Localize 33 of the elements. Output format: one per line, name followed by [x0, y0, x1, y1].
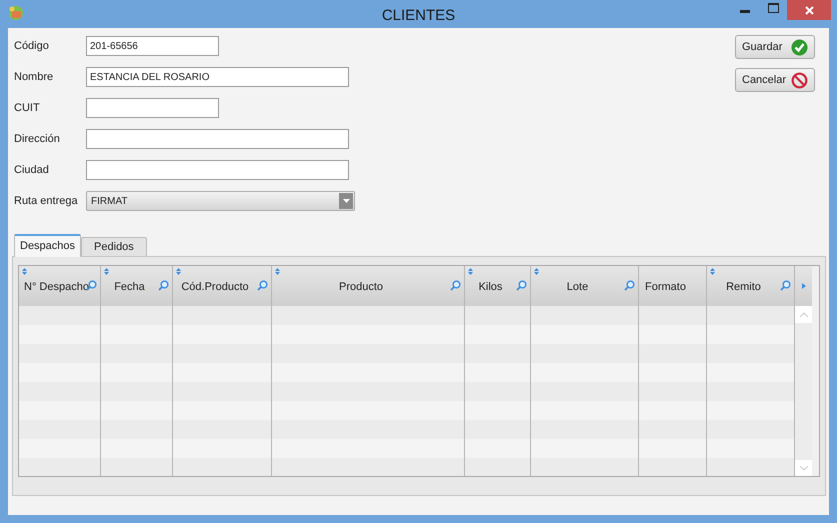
save-button[interactable]: Guardar [735, 35, 815, 59]
window-title: CLIENTES [382, 6, 456, 26]
sort-icon[interactable] [176, 268, 181, 275]
maximize-icon[interactable] [768, 3, 779, 13]
scroll-down-icon[interactable] [800, 466, 808, 471]
field-label: Nombre [14, 70, 54, 85]
field-label: Código [14, 38, 50, 54]
sort-icon[interactable] [710, 268, 715, 275]
scroll-right-icon[interactable] [802, 283, 806, 289]
sort-icon[interactable] [22, 268, 27, 275]
app-icon [8, 5, 24, 21]
prohibited-icon [791, 72, 808, 88]
input-field[interactable] [86, 129, 349, 149]
sort-icon[interactable] [534, 268, 539, 275]
cancel-button[interactable]: Cancelar [735, 68, 815, 92]
field-label: Dirección [14, 132, 61, 147]
input-field[interactable] [86, 98, 219, 118]
field-label: CUIT [14, 100, 41, 116]
field-label: Ciudad [14, 162, 50, 178]
close-button[interactable] [787, 0, 831, 20]
route-dropdown[interactable]: FIRMAT [86, 191, 355, 211]
sort-icon[interactable] [468, 268, 473, 275]
close-icon [804, 6, 814, 14]
field-label: Ruta entrega [14, 194, 79, 209]
tab[interactable]: Pedidos [81, 237, 147, 257]
input-field[interactable]: ESTANCIA DEL ROSARIO [86, 67, 349, 87]
sort-icon[interactable] [104, 268, 109, 275]
scroll-up-icon[interactable] [800, 312, 808, 317]
input-field[interactable]: 201-65656 [86, 36, 219, 56]
tab[interactable]: Despachos [14, 234, 82, 257]
sort-icon[interactable] [275, 268, 280, 275]
input-field[interactable] [86, 160, 349, 180]
check-icon [791, 38, 808, 56]
